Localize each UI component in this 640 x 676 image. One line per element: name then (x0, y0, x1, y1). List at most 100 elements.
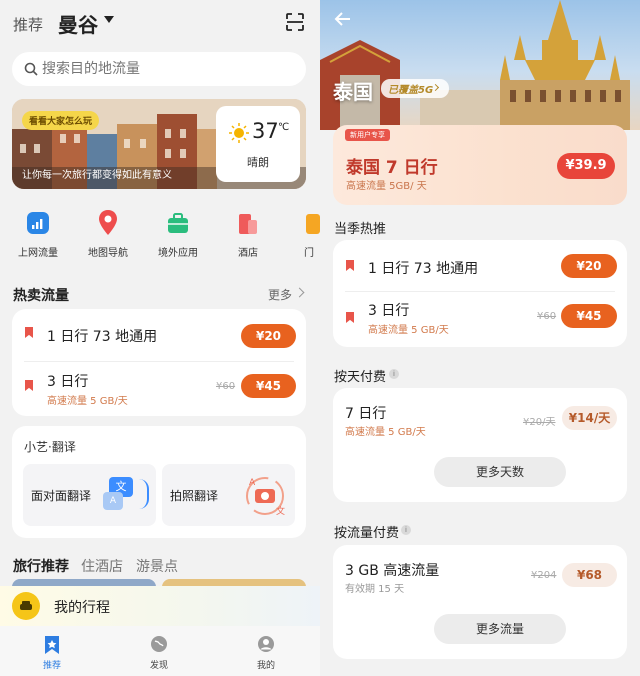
a-glyph: A (103, 492, 123, 510)
new-user-sub: 高速流量 5GB/ 天 (346, 181, 427, 192)
my-trip-bar[interactable]: 我的行程 (0, 586, 320, 626)
ticket-icon (306, 214, 320, 234)
search-icon (24, 62, 38, 76)
tab-hotel[interactable]: 住酒店 (81, 556, 123, 576)
nav-mine[interactable]: 我的 (241, 632, 291, 672)
list-item[interactable]: 3 日行 高速流量 5 GB/天 ¥60 ¥45 (12, 362, 306, 416)
banner-tag: 看看大家怎么玩 (22, 111, 100, 130)
nav-label: 推荐 (42, 661, 61, 671)
list-item[interactable]: 3 日行 高速流量 5 GB/天 ¥60 ¥45 (333, 292, 627, 347)
hotel-icon (239, 214, 257, 234)
scan-icon[interactable] (285, 12, 305, 32)
nav-recommend[interactable]: 推荐 (27, 632, 77, 672)
travel-banner[interactable]: 看看大家怎么玩 让你每一次旅行都变得如此有意义 37 ℃ 晴朗 (12, 99, 306, 189)
package-name: 7 日行 (345, 406, 387, 422)
daily-title: 按天付费 (334, 370, 387, 385)
original-price: ¥20/天 (523, 417, 556, 428)
bookmark-icon (346, 312, 354, 323)
face-translate-button[interactable]: 面对面翻译 文 A (23, 464, 156, 526)
new-user-title: 泰国 7 日行 (346, 158, 438, 178)
car-icon (12, 592, 40, 620)
season-card: 1 日行 73 地通用 ¥20 3 日行 高速流量 5 GB/天 ¥60 ¥45 (333, 240, 627, 347)
photo-translate-button[interactable]: 拍照翻译 A 文 (162, 464, 295, 526)
list-item[interactable]: 1 日行 73 地通用 ¥20 (12, 309, 306, 361)
original-price: ¥204 (531, 570, 557, 581)
info-icon[interactable]: i (401, 525, 411, 535)
season-title: 当季热推 (334, 222, 387, 237)
sun-icon (229, 123, 249, 143)
category-label: 门 (304, 248, 314, 259)
banner-caption: 让你每一次旅行都变得如此有意义 (22, 170, 172, 181)
hot-sale-title: 热卖流量 (13, 288, 69, 304)
category-label: 酒店 (238, 248, 258, 259)
map-pin-icon (99, 210, 117, 235)
hero-image: 泰国 已覆盖5G (320, 0, 640, 130)
package-name: 3 日行 (368, 303, 410, 319)
chat-translate-icon: 文 A (103, 477, 149, 517)
temperature-unit: ℃ (278, 122, 290, 133)
bookmark-icon (25, 327, 33, 338)
person-icon (258, 636, 274, 652)
photo-translate-label: 拍照翻译 (170, 489, 219, 503)
more-link[interactable]: 更多 (268, 286, 292, 303)
hot-sale-card: 1 日行 73 地通用 ¥20 3 日行 高速流量 5 GB/天 ¥60 ¥45 (12, 309, 306, 416)
buy-button[interactable]: ¥45 (241, 374, 296, 398)
recommend-label: 推荐 (13, 16, 44, 34)
category-label: 境外应用 (158, 248, 198, 259)
buy-button[interactable]: ¥68 (562, 563, 617, 587)
buy-button[interactable]: ¥20 (561, 254, 617, 278)
more-traffic-button[interactable]: 更多流量 (434, 614, 566, 644)
5g-badge[interactable]: 已覆盖5G (381, 79, 450, 98)
back-arrow-icon[interactable] (332, 8, 354, 30)
bottom-nav: 推荐 发现 我的 (0, 626, 320, 676)
face-translate-label: 面对面翻译 (31, 489, 92, 503)
category-data[interactable]: 上网流量 (13, 208, 63, 260)
suitcase-icon (168, 213, 188, 233)
traffic-title: 按流量付费 (334, 526, 400, 541)
new-user-buy-button[interactable]: ¥39.9 (557, 153, 615, 179)
new-user-tag: 新用户专享 (345, 129, 390, 141)
buy-button[interactable]: ¥45 (561, 304, 617, 328)
nav-discover[interactable]: 发现 (134, 632, 184, 672)
new-user-card[interactable]: 新用户专享 泰国 7 日行 高速流量 5GB/ 天 ¥39.9 (333, 125, 627, 205)
bookmark-star-icon (45, 636, 59, 654)
category-map[interactable]: 地图导航 (83, 208, 133, 260)
category-hotel[interactable]: 酒店 (223, 208, 273, 260)
list-item[interactable]: 3 GB 高速流量 有效期 15 天 ¥204 ¥68 (333, 545, 627, 601)
country-title: 泰国 (333, 80, 373, 104)
nav-label: 我的 (256, 661, 275, 671)
package-name: 3 日行 (47, 374, 89, 390)
package-sub: 有效期 15 天 (345, 584, 405, 595)
bookmark-icon (346, 260, 354, 271)
package-sub: 高速流量 5 GB/天 (345, 427, 426, 438)
buy-button[interactable]: ¥20 (241, 324, 296, 348)
chart-bars-icon (27, 212, 49, 234)
category-apps[interactable]: 境外应用 (153, 208, 203, 260)
translate-title: 小艺·翻译 (24, 440, 76, 454)
package-name: 1 日行 73 地通用 (47, 329, 158, 345)
sound-wave (139, 479, 149, 509)
buy-button[interactable]: ¥14/天 (562, 406, 617, 430)
chevron-down-icon[interactable] (104, 16, 114, 23)
category-ticket[interactable]: 门 (293, 208, 320, 260)
5g-badge-label: 已覆盖5G (388, 85, 434, 96)
svg-text:文: 文 (276, 505, 285, 517)
package-sub: 高速流量 5 GB/天 (368, 325, 449, 336)
tab-travel[interactable]: 旅行推荐 (13, 556, 69, 576)
search-input[interactable] (42, 58, 282, 80)
traffic-card: 3 GB 高速流量 有效期 15 天 ¥204 ¥68 更多流量 (333, 545, 627, 659)
chevron-right-icon[interactable] (294, 287, 305, 298)
search-bar[interactable] (12, 52, 306, 86)
city-selector[interactable]: 曼谷 (58, 9, 98, 38)
weather-card: 37 ℃ 晴朗 (216, 106, 300, 182)
info-icon[interactable]: i (389, 369, 399, 379)
globe-icon (151, 636, 167, 652)
category-row: 上网流量 地图导航 境外应用 酒店 门 (0, 208, 320, 263)
tab-sights[interactable]: 游景点 (136, 556, 178, 576)
nav-label: 发现 (149, 661, 168, 671)
more-days-button[interactable]: 更多天数 (434, 457, 566, 487)
list-item[interactable]: 7 日行 高速流量 5 GB/天 ¥20/天 ¥14/天 (333, 388, 627, 444)
category-label: 地图导航 (88, 248, 128, 259)
original-price: ¥60 (537, 311, 557, 322)
list-item[interactable]: 1 日行 73 地通用 ¥20 (333, 240, 627, 292)
